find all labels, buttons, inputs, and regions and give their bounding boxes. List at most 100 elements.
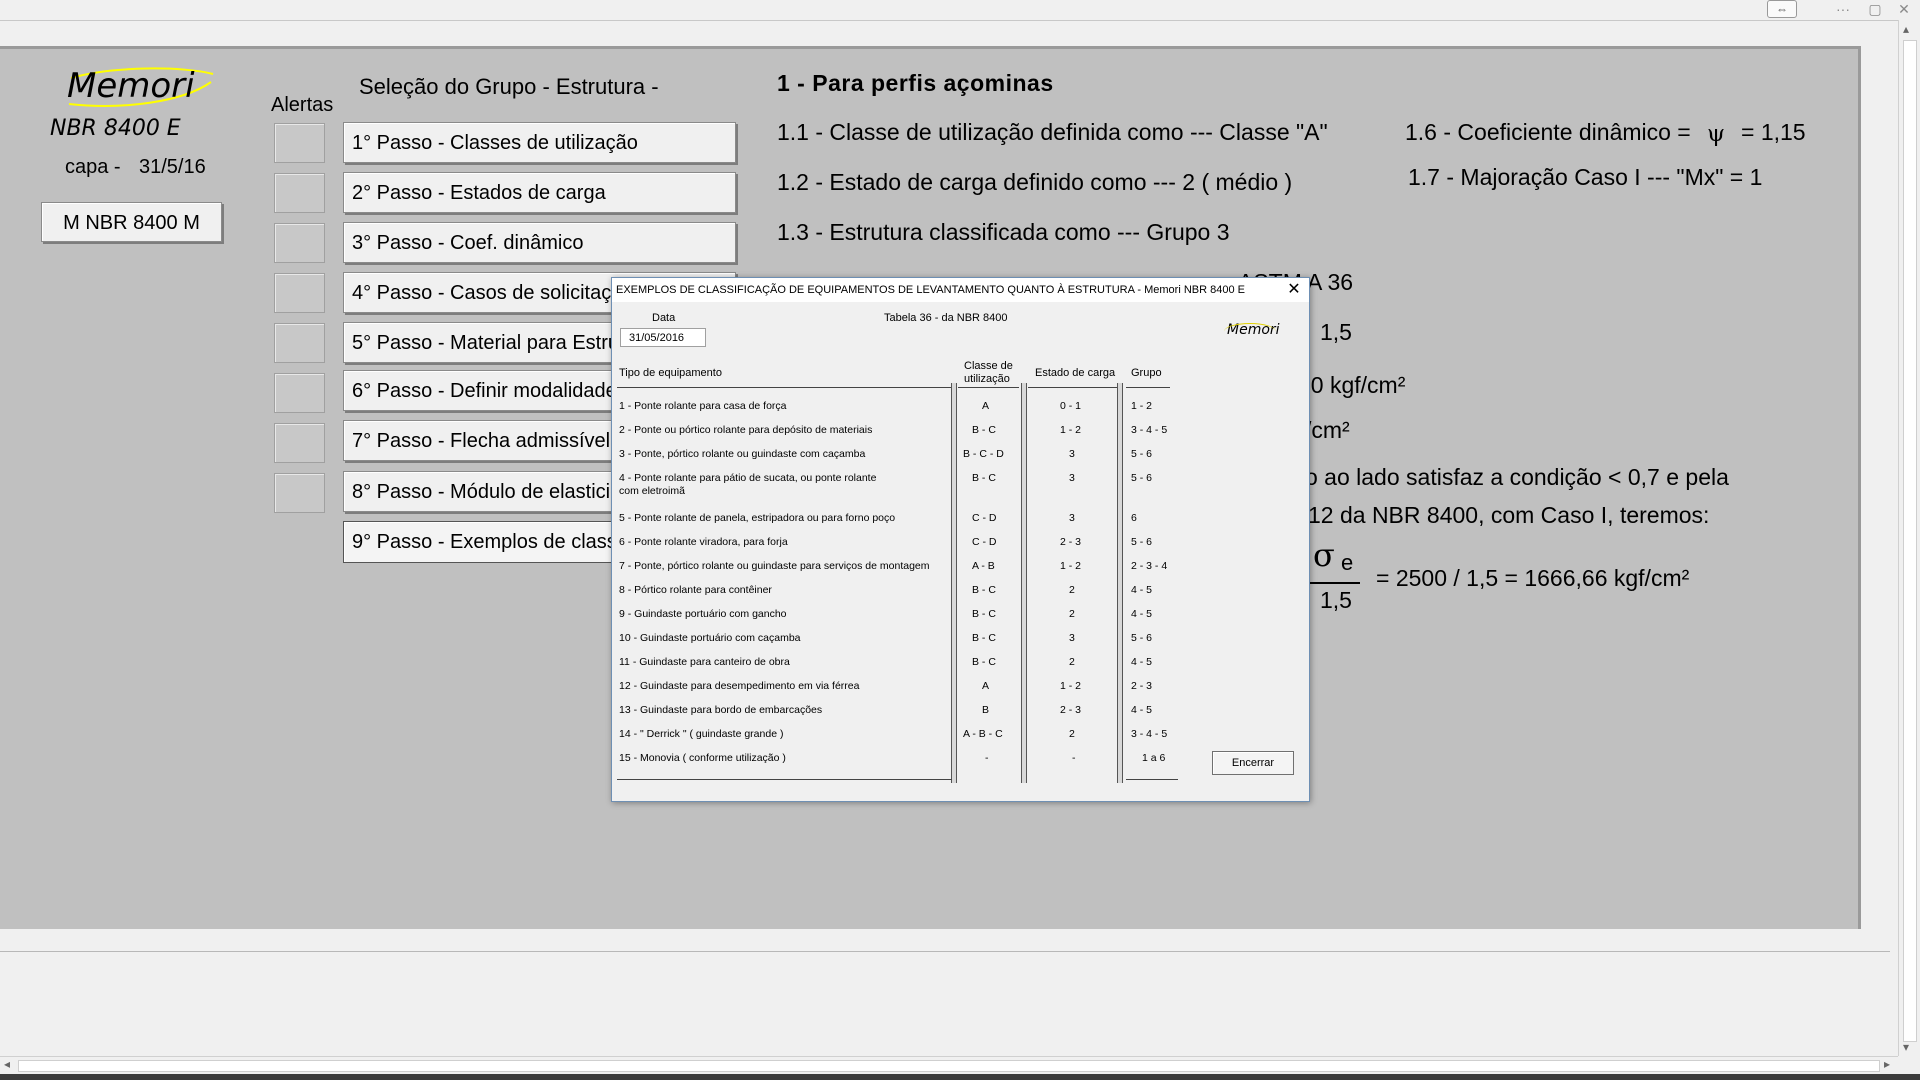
alert-box-6 xyxy=(274,373,325,413)
table-row-classe: C - D xyxy=(972,512,997,524)
table-row-estado: 2 xyxy=(1069,584,1075,596)
table-row-tipo: 12 - Guindaste para desempedimento em vi… xyxy=(619,680,860,692)
table-row-tipo: 13 - Guindaste para bordo de embarcações xyxy=(619,704,823,716)
table-row-tipo: 14 - " Derrick " ( guindaste grande ) xyxy=(619,728,784,740)
header-estado: Estado de carga xyxy=(1035,367,1116,379)
step-2-button[interactable]: 2° Passo - Estados de carga xyxy=(343,172,736,213)
table-row-classe: A xyxy=(982,680,990,692)
alert-box-5 xyxy=(274,323,325,363)
table-bottom-rule xyxy=(617,779,952,780)
table-row-grupo: 5 - 6 xyxy=(1131,632,1153,644)
sigma-subscript: e xyxy=(1341,550,1354,575)
table-bottom-rule-grupo xyxy=(1126,779,1178,780)
table-row-tipo: 8 - Pórtico rolante para contêiner xyxy=(619,584,772,596)
table-row-tipo: 7 - Ponte, pórtico rolante ou guindaste … xyxy=(619,560,930,572)
psi-symbol: ψ xyxy=(1707,121,1726,147)
table-row-estado: 2 - 3 xyxy=(1060,704,1082,716)
table-row-grupo: 5 - 6 xyxy=(1131,472,1153,484)
table-row-estado: 2 - 3 xyxy=(1060,536,1082,548)
step-1-button[interactable]: 1° Passo - Classes de utilização xyxy=(343,122,736,163)
header-grupo: Grupo xyxy=(1131,367,1162,379)
table-row-estado: 2 xyxy=(1069,728,1075,740)
table-row-estado: 3 xyxy=(1069,448,1075,460)
table-row-estado: - xyxy=(1072,752,1076,764)
table-row-grupo: 2 - 3 - 4 xyxy=(1131,560,1168,572)
selection-title: Seleção do Grupo - Estrutura - xyxy=(359,74,659,99)
table-row-tipo: 3 - Ponte, pórtico rolante ou guindaste … xyxy=(619,448,866,460)
table-row-grupo: 5 - 6 xyxy=(1131,536,1153,548)
close-dialog-button[interactable]: Encerrar xyxy=(1212,751,1294,775)
table-row-estado: 3 xyxy=(1069,472,1075,484)
alert-box-2 xyxy=(274,173,325,213)
table-top-rule-classe xyxy=(958,387,1019,388)
header-classe-2: utilização xyxy=(964,373,1010,385)
scroll-down-icon[interactable]: ▾ xyxy=(1903,1040,1909,1054)
dialog-title-bar: EXEMPLOS DE CLASSIFICAÇÃO DE EQUIPAMENTO… xyxy=(612,278,1309,302)
maximize-icon[interactable]: ▢ xyxy=(1864,0,1886,18)
table-row-classe: - xyxy=(985,752,989,764)
vertical-scrollbar[interactable]: ▴ ▾ xyxy=(1898,20,1920,1056)
sigma-symbol: σ xyxy=(1313,536,1335,574)
table-row-tipo-continued: com eletroimã xyxy=(619,485,685,497)
fraction-bar xyxy=(1306,582,1360,584)
capa-date: 31/5/16 xyxy=(139,156,206,178)
scroll-right-icon[interactable]: ▸ xyxy=(1884,1057,1890,1071)
table-row-tipo: 11 - Guindaste para canteiro de obra xyxy=(619,656,790,668)
window-title-bar xyxy=(0,0,1920,21)
table-row-classe: B - C xyxy=(972,632,996,644)
table-row-tipo: 15 - Monovia ( conforme utilização ) xyxy=(619,752,786,764)
table-row-estado: 3 xyxy=(1069,632,1075,644)
line-1-1: 1.1 - Classe de utilização definida como… xyxy=(777,119,1328,145)
table-row-grupo: 4 - 5 xyxy=(1131,608,1153,620)
table-row-classe: A xyxy=(982,400,990,412)
table-row-grupo: 4 - 5 xyxy=(1131,584,1153,596)
table-row-classe: B xyxy=(982,704,990,716)
scroll-left-icon[interactable]: ◂ xyxy=(4,1057,10,1071)
alert-box-4 xyxy=(274,273,325,313)
table-row-grupo: 1 - 2 xyxy=(1131,400,1153,412)
vertical-scroll-thumb[interactable] xyxy=(1903,40,1917,1042)
memori-logo: Memori xyxy=(63,64,223,112)
table-row-estado: 1 - 2 xyxy=(1060,560,1082,572)
table-row-tipo: 6 - Ponte rolante viradora, para forja xyxy=(619,536,788,548)
date-label: Data xyxy=(652,312,676,324)
table-row-classe: A - B xyxy=(972,560,995,572)
horizontal-scrollbar[interactable]: ◂ ▸ xyxy=(0,1056,1898,1075)
table-row-grupo: 3 - 4 - 5 xyxy=(1131,728,1168,740)
line-1-2: 1.2 - Estado de carga definido como --- … xyxy=(777,169,1293,195)
line-1-5-tail: 1,5 xyxy=(1320,319,1352,345)
table-row-tipo: 4 - Ponte rolante para pátio de sucata, … xyxy=(619,472,877,484)
horizontal-scroll-thumb[interactable] xyxy=(18,1060,1880,1072)
column-divider-3 xyxy=(1117,383,1123,783)
equation-result: = 2500 / 1,5 = 1666,66 kgf/cm² xyxy=(1376,565,1690,591)
content-heading: 1 - Para perfis açominas xyxy=(777,70,1054,96)
table-row-grupo: 4 - 5 xyxy=(1131,704,1153,716)
table-row-tipo: 1 - Ponte rolante para casa de força xyxy=(619,400,787,412)
table-row-classe: B - C xyxy=(972,424,996,436)
table-caption: Tabela 36 - da NBR 8400 xyxy=(884,312,1008,324)
step-3-button[interactable]: 3° Passo - Coef. dinâmico xyxy=(343,222,736,263)
line-1-6-value: = 1,15 xyxy=(1741,119,1806,145)
header-tipo: Tipo de equipamento xyxy=(619,367,722,379)
menu-button[interactable]: M NBR 8400 M xyxy=(41,202,222,242)
table-row-classe: B - C xyxy=(972,584,996,596)
table-row-classe: B - C xyxy=(972,608,996,620)
fraction-denominator: 1,5 xyxy=(1320,587,1352,613)
dialog-close-icon[interactable]: ✕ xyxy=(1285,280,1303,300)
table-row-classe: B - C - D xyxy=(963,448,1004,460)
more-options-icon[interactable]: ··· xyxy=(1832,0,1854,18)
table-row-classe: B - C xyxy=(972,656,996,668)
table-row-tipo: 10 - Guindaste portuário com caçamba xyxy=(619,632,801,644)
alert-box-7 xyxy=(274,423,325,463)
date-field[interactable]: 31/05/2016 xyxy=(620,328,706,347)
alert-box-1 xyxy=(274,123,325,163)
table-row-grupo: 4 - 5 xyxy=(1131,656,1153,668)
resize-icon[interactable]: ⇔ xyxy=(1767,0,1797,18)
column-divider-1 xyxy=(951,383,957,783)
table-row-classe: B - C xyxy=(972,472,996,484)
close-window-icon[interactable]: ✕ xyxy=(1893,0,1915,18)
scroll-up-icon[interactable]: ▴ xyxy=(1903,22,1909,36)
table-row-grupo: 5 - 6 xyxy=(1131,448,1153,460)
table-top-rule-estado xyxy=(1028,387,1117,388)
line-kgf-tail: 00 kgf/cm² xyxy=(1298,372,1406,398)
